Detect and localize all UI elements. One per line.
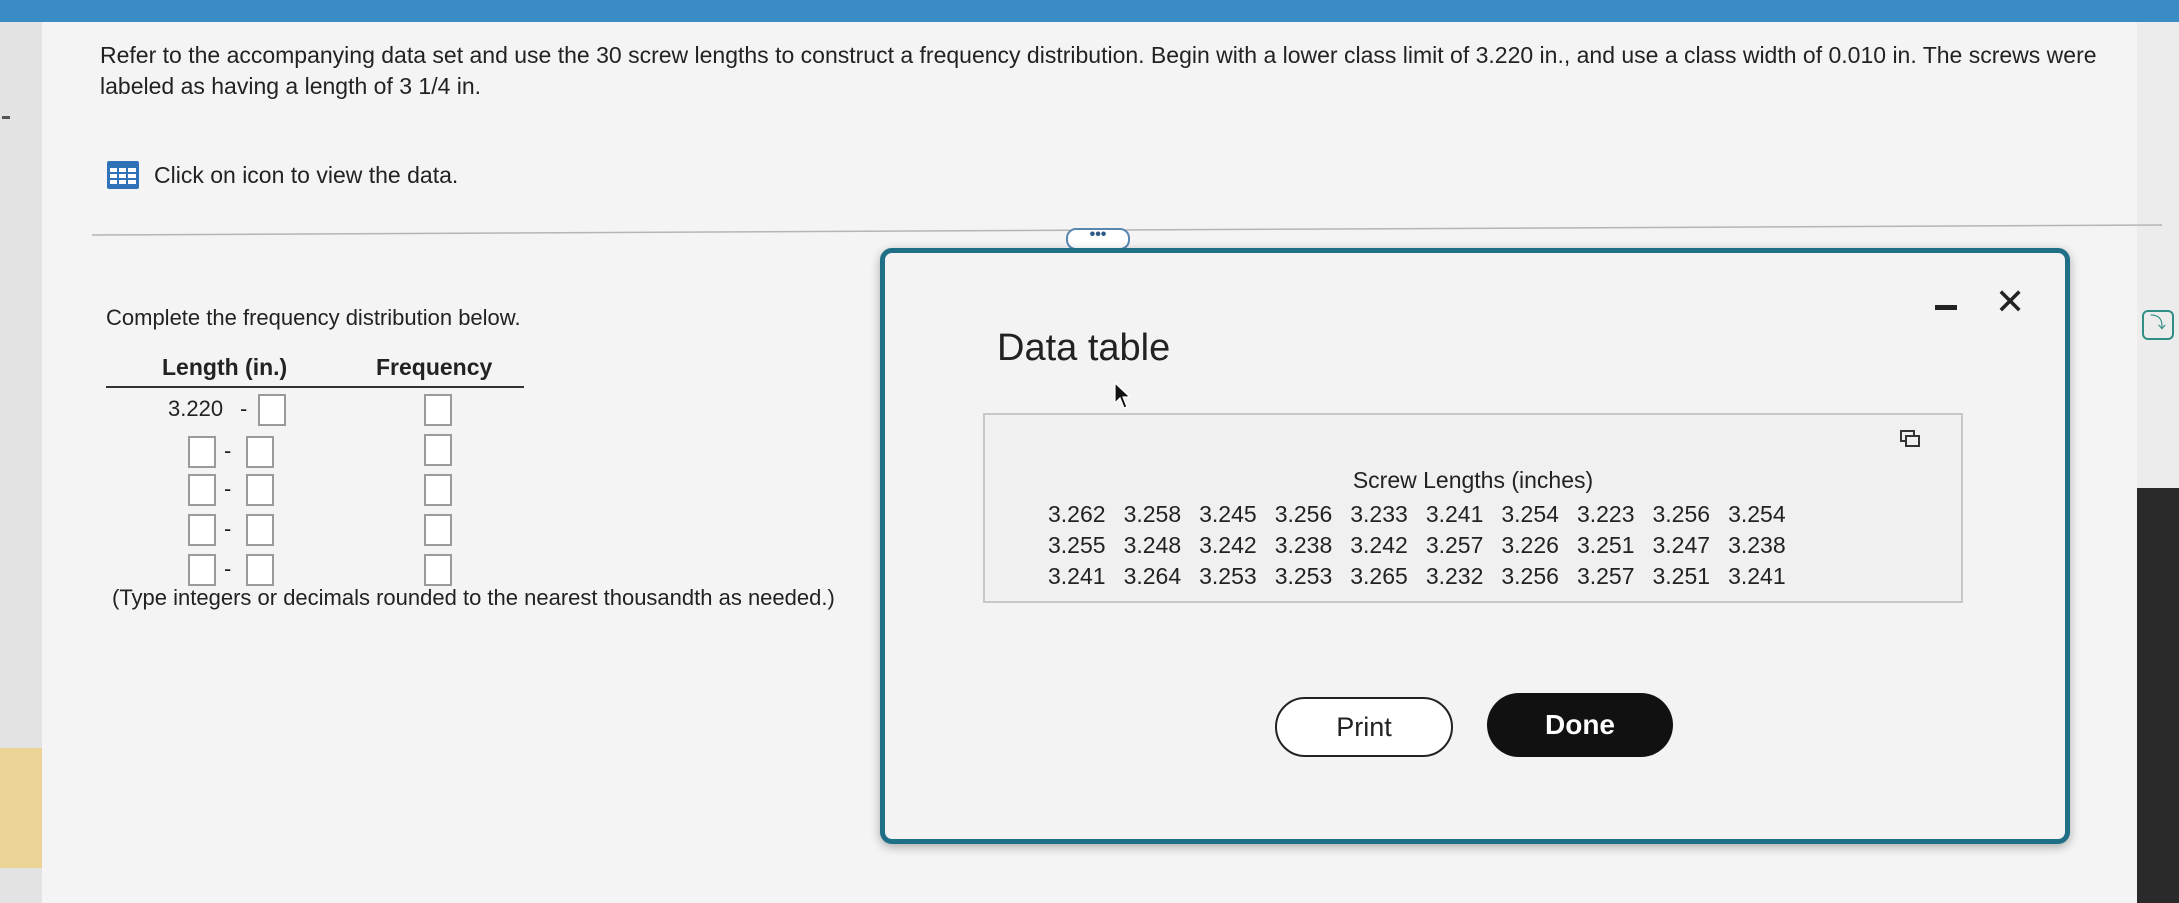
- table-cell: 3.257: [1425, 532, 1484, 558]
- table-caption: Screw Lengths (inches): [1352, 467, 1594, 493]
- table-row: 3.241 3.264 3.253 3.253 3.265 3.232 3.256 3.257…: [1039, 561, 1795, 592]
- frequency-input-4[interactable]: [424, 514, 452, 546]
- data-table-dialog: Data table ✕ Screw Lengths (inches) 3.26…: [880, 248, 2070, 844]
- range-dash: -: [224, 556, 232, 581]
- copy-icon[interactable]: [1899, 429, 1921, 449]
- done-button[interactable]: Done: [1487, 693, 1673, 757]
- table-cell: 3.256: [1501, 563, 1559, 589]
- table-cell: 3.256: [1652, 501, 1711, 527]
- range-dash: -: [224, 438, 232, 463]
- left-tick-mark: [2, 116, 10, 119]
- minimize-icon[interactable]: [1935, 305, 1957, 310]
- table-cell: 3.255: [1048, 532, 1106, 558]
- table-cell: 3.241: [1048, 563, 1106, 589]
- table-cell: 3.248: [1123, 532, 1182, 558]
- print-button[interactable]: Print: [1275, 697, 1453, 757]
- table-cell: 3.254: [1728, 501, 1786, 527]
- frequency-column-header: Frequency: [376, 354, 493, 380]
- mouse-cursor-icon: [1114, 381, 1132, 409]
- table-cell: 3.233: [1350, 501, 1408, 527]
- table-cell: 3.257: [1576, 563, 1635, 589]
- lower-limit-input-3[interactable]: [188, 474, 216, 506]
- question-text: Refer to the accompanying data set and u…: [100, 42, 2097, 99]
- table-cell: 3.241: [1728, 563, 1786, 589]
- length-column-header: Length (in.): [162, 354, 288, 380]
- range-dash: -: [224, 516, 232, 541]
- frequency-input-2[interactable]: [424, 434, 452, 466]
- table-row: 3.262 3.258 3.245 3.256 3.233 3.241 3.254 3.223…: [1039, 499, 1795, 530]
- data-table-box: Screw Lengths (inches) 3.262 3.258 3.245 3.…: [983, 413, 1963, 603]
- table-row: 3.255 3.248 3.242 3.238 3.242 3.257 3.226 3.251…: [1039, 530, 1795, 561]
- table-cell: 3.262: [1048, 501, 1106, 527]
- right-dark-panel: [2137, 488, 2179, 903]
- left-strip: [0, 22, 42, 903]
- lower-limit-input-2[interactable]: [188, 436, 216, 468]
- side-tool-icon[interactable]: ⤵: [2142, 310, 2174, 340]
- upper-limit-input-1[interactable]: [258, 394, 286, 426]
- table-cell: 3.264: [1123, 563, 1182, 589]
- upper-limit-input-3[interactable]: [246, 474, 274, 506]
- table-cell: 3.232: [1425, 563, 1484, 589]
- table-cell: 3.265: [1350, 563, 1408, 589]
- right-gutter: [2137, 22, 2179, 903]
- table-cell: 3.254: [1501, 501, 1559, 527]
- screw-lengths-table: 3.262 3.258 3.245 3.256 3.233 3.241 3.254 3.223…: [1039, 499, 1795, 592]
- table-cell: 3.253: [1274, 563, 1333, 589]
- table-cell: 3.258: [1123, 501, 1182, 527]
- table-cell: 3.251: [1576, 532, 1635, 558]
- header-underline: [106, 386, 524, 388]
- range-dash: -: [240, 396, 248, 421]
- instruction-text: Complete the frequency distribution belo…: [106, 305, 521, 330]
- table-cell: 3.226: [1501, 532, 1559, 558]
- table-cell: 3.241: [1425, 501, 1484, 527]
- upper-limit-input-4[interactable]: [246, 514, 274, 546]
- view-data-link[interactable]: Click on icon to view the data.: [106, 160, 458, 190]
- upper-limit-input-5[interactable]: [246, 554, 274, 586]
- table-cell: 3.251: [1652, 563, 1711, 589]
- left-yellow-block: [0, 748, 42, 868]
- rounding-hint: (Type integers or decimals rounded to th…: [112, 585, 835, 610]
- table-cell: 3.238: [1274, 532, 1333, 558]
- table-cell: 3.245: [1199, 501, 1257, 527]
- table-cell: 3.247: [1652, 532, 1711, 558]
- table-cell: 3.223: [1576, 501, 1635, 527]
- first-lower-limit: 3.220: [168, 396, 224, 421]
- upper-limit-input-2[interactable]: [246, 436, 274, 468]
- table-cell: 3.242: [1199, 532, 1257, 558]
- table-cell: 3.238: [1728, 532, 1786, 558]
- frequency-distribution-table: Length (in.) Frequency 3.220 - - - - -: [106, 354, 526, 594]
- lower-limit-input-5[interactable]: [188, 554, 216, 586]
- frequency-input-5[interactable]: [424, 554, 452, 586]
- table-cell: 3.256: [1274, 501, 1333, 527]
- lower-limit-input-4[interactable]: [188, 514, 216, 546]
- top-bar: [0, 0, 2179, 22]
- frequency-input-3[interactable]: [424, 474, 452, 506]
- close-icon[interactable]: ✕: [1995, 281, 2025, 323]
- dialog-title: Data table: [997, 327, 1171, 369]
- frequency-input-1[interactable]: [424, 394, 452, 426]
- view-data-label[interactable]: Click on icon to view the data.: [154, 162, 458, 189]
- table-cell: 3.242: [1350, 532, 1408, 558]
- expand-ellipsis-button[interactable]: •••: [1066, 227, 1130, 250]
- grid-table-icon[interactable]: [106, 160, 140, 190]
- table-cell: 3.253: [1199, 563, 1257, 589]
- range-dash: -: [224, 476, 232, 501]
